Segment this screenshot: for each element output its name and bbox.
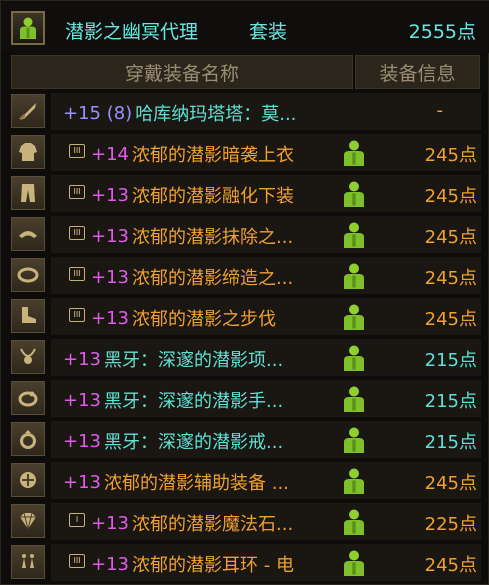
item-name[interactable]: 浓郁的潜影辅助装备 ... bbox=[104, 469, 289, 495]
item-label: +13 浓郁的潜影抹除之... bbox=[91, 223, 293, 249]
item-points: 245点 bbox=[424, 555, 477, 576]
person-icon[interactable] bbox=[341, 467, 367, 495]
rarity-tag-icon: III bbox=[69, 554, 85, 568]
equipment-row[interactable]: III +13 浓郁的潜影缔造之... 245点 bbox=[11, 257, 481, 294]
equipment-row[interactable]: +13 黑牙：深邃的潜影手... 215点 bbox=[11, 380, 481, 417]
item-name[interactable]: 浓郁的潜影魔法石... bbox=[132, 510, 293, 536]
equipment-row[interactable]: +13 黑牙：深邃的潜影戒... 215点 bbox=[11, 421, 481, 458]
item-name[interactable]: 浓郁的潜影抹除之... bbox=[132, 223, 293, 249]
equipment-row[interactable]: III +13 浓郁的潜影抹除之... 245点 bbox=[11, 216, 481, 253]
person-icon[interactable] bbox=[341, 344, 367, 372]
person-icon[interactable] bbox=[341, 262, 367, 290]
item-label: +13 浓郁的潜影辅助装备 ... bbox=[63, 469, 289, 495]
item-label: +13 黑牙：深邃的潜影手... bbox=[63, 387, 283, 413]
item-name[interactable]: 黑牙：深邃的潜影项... bbox=[104, 346, 283, 372]
equipment-row[interactable]: +13 浓郁的潜影辅助装备 ... 245点 bbox=[11, 462, 481, 499]
weapon-icon[interactable] bbox=[11, 94, 45, 128]
equipment-row[interactable]: +13 黑牙：深邃的潜影项... 215点 bbox=[11, 339, 481, 376]
set-title: 潜影之幽冥代理 bbox=[65, 21, 199, 43]
item-points: 245点 bbox=[424, 145, 477, 166]
person-icon[interactable] bbox=[341, 426, 367, 454]
item-name[interactable]: 哈库纳玛塔塔：莫... bbox=[135, 100, 296, 126]
item-points: 225点 bbox=[424, 514, 477, 535]
rarity-tag-icon: III bbox=[69, 185, 85, 199]
item-name[interactable]: 浓郁的潜影之步伐 bbox=[132, 305, 276, 331]
rarity-tag-icon: III bbox=[69, 308, 85, 322]
belt-icon[interactable] bbox=[11, 258, 45, 292]
rarity-tag-icon: I bbox=[69, 513, 85, 527]
item-name[interactable]: 浓郁的潜影缔造之... bbox=[132, 264, 293, 290]
pants-icon[interactable] bbox=[11, 176, 45, 210]
item-label: +14 浓郁的潜影暗袭上衣 bbox=[91, 141, 294, 167]
item-enhance-level: +13 bbox=[91, 307, 129, 329]
equipment-row[interactable]: III +13 浓郁的潜影融化下装 245点 bbox=[11, 175, 481, 212]
item-name[interactable]: 黑牙：深邃的潜影手... bbox=[104, 387, 283, 413]
magic-stone-icon[interactable] bbox=[11, 504, 45, 538]
person-icon[interactable] bbox=[11, 11, 45, 45]
item-name[interactable]: 黑牙：深邃的潜影戒... bbox=[104, 428, 283, 454]
equipment-row[interactable]: III +13 浓郁的潜影耳环 - 电 245点 bbox=[11, 544, 481, 581]
person-icon[interactable] bbox=[341, 303, 367, 331]
set-header: 潜影之幽冥代理 套装 2555点 bbox=[1, 1, 489, 53]
item-points: 215点 bbox=[424, 350, 477, 371]
person-icon[interactable] bbox=[341, 549, 367, 577]
bracelet-icon[interactable] bbox=[11, 381, 45, 415]
rarity-tag-icon: III bbox=[69, 226, 85, 240]
item-label: +13 浓郁的潜影缔造之... bbox=[91, 264, 293, 290]
item-enhance-level: +13 bbox=[91, 184, 129, 206]
item-enhance-level: +13 bbox=[63, 430, 101, 452]
earring-icon[interactable] bbox=[11, 545, 45, 579]
item-points: - bbox=[436, 100, 444, 121]
item-points: 245点 bbox=[424, 473, 477, 494]
item-enhance-level: +13 bbox=[63, 389, 101, 411]
item-name[interactable]: 浓郁的潜影耳环 - 电 bbox=[132, 551, 294, 577]
column-header-info[interactable]: 装备信息 bbox=[355, 55, 480, 89]
column-header-name[interactable]: 穿戴装备名称 bbox=[11, 55, 353, 89]
equipment-list: +15 (8) 哈库纳玛塔塔：莫... - III +14 浓郁的潜影暗袭上衣 245点 II… bbox=[11, 93, 481, 585]
rarity-tag-icon: III bbox=[69, 144, 85, 158]
ring-icon[interactable] bbox=[11, 422, 45, 456]
person-icon[interactable] bbox=[341, 180, 367, 208]
item-enhance-level: +13 bbox=[91, 553, 129, 575]
rarity-tag-icon: III bbox=[69, 267, 85, 281]
person-icon[interactable] bbox=[341, 221, 367, 249]
item-label: +13 浓郁的潜影耳环 - 电 bbox=[91, 551, 294, 577]
item-enhance-level: +13 bbox=[63, 471, 101, 493]
item-label: +13 黑牙：深邃的潜影戒... bbox=[63, 428, 283, 454]
item-points: 245点 bbox=[424, 186, 477, 207]
item-label: +13 浓郁的潜影之步伐 bbox=[91, 305, 276, 331]
person-icon[interactable] bbox=[341, 508, 367, 536]
item-enhance-level: +15 (8) bbox=[63, 102, 133, 124]
item-label: +13 浓郁的潜影魔法石... bbox=[91, 510, 293, 536]
item-enhance-level: +13 bbox=[91, 266, 129, 288]
equipment-row[interactable]: +15 (8) 哈库纳玛塔塔：莫... - bbox=[11, 93, 481, 130]
support-icon[interactable] bbox=[11, 463, 45, 497]
set-label: 套装 bbox=[249, 21, 288, 43]
item-points: 245点 bbox=[424, 309, 477, 330]
item-enhance-level: +14 bbox=[91, 143, 129, 165]
item-enhance-level: +13 bbox=[91, 225, 129, 247]
item-points: 245点 bbox=[424, 227, 477, 248]
equipment-row[interactable]: I +13 浓郁的潜影魔法石... 225点 bbox=[11, 503, 481, 540]
equipment-row[interactable]: III +13 浓郁的潜影之步伐 245点 bbox=[11, 298, 481, 335]
item-enhance-level: +13 bbox=[91, 512, 129, 534]
equipment-row[interactable]: III +14 浓郁的潜影暗袭上衣 245点 bbox=[11, 134, 481, 171]
item-label: +15 (8) 哈库纳玛塔塔：莫... bbox=[63, 100, 296, 126]
set-total-points: 2555点 bbox=[408, 21, 476, 43]
person-icon[interactable] bbox=[341, 385, 367, 413]
item-enhance-level: +13 bbox=[63, 348, 101, 370]
item-points: 215点 bbox=[424, 391, 477, 412]
item-points: 215点 bbox=[424, 432, 477, 453]
item-label: +13 浓郁的潜影融化下装 bbox=[91, 182, 294, 208]
person-icon[interactable] bbox=[341, 139, 367, 167]
shoulder-icon[interactable] bbox=[11, 217, 45, 251]
item-name[interactable]: 浓郁的潜影暗袭上衣 bbox=[132, 141, 294, 167]
top-armor-icon[interactable] bbox=[11, 135, 45, 169]
equipment-panel: 潜影之幽冥代理 套装 2555点 穿戴装备名称 装备信息 +15 (8) 哈库纳玛… bbox=[0, 0, 489, 585]
necklace-icon[interactable] bbox=[11, 340, 45, 374]
shoes-icon[interactable] bbox=[11, 299, 45, 333]
item-label: +13 黑牙：深邃的潜影项... bbox=[63, 346, 283, 372]
item-name[interactable]: 浓郁的潜影融化下装 bbox=[132, 182, 294, 208]
item-points: 245点 bbox=[424, 268, 477, 289]
